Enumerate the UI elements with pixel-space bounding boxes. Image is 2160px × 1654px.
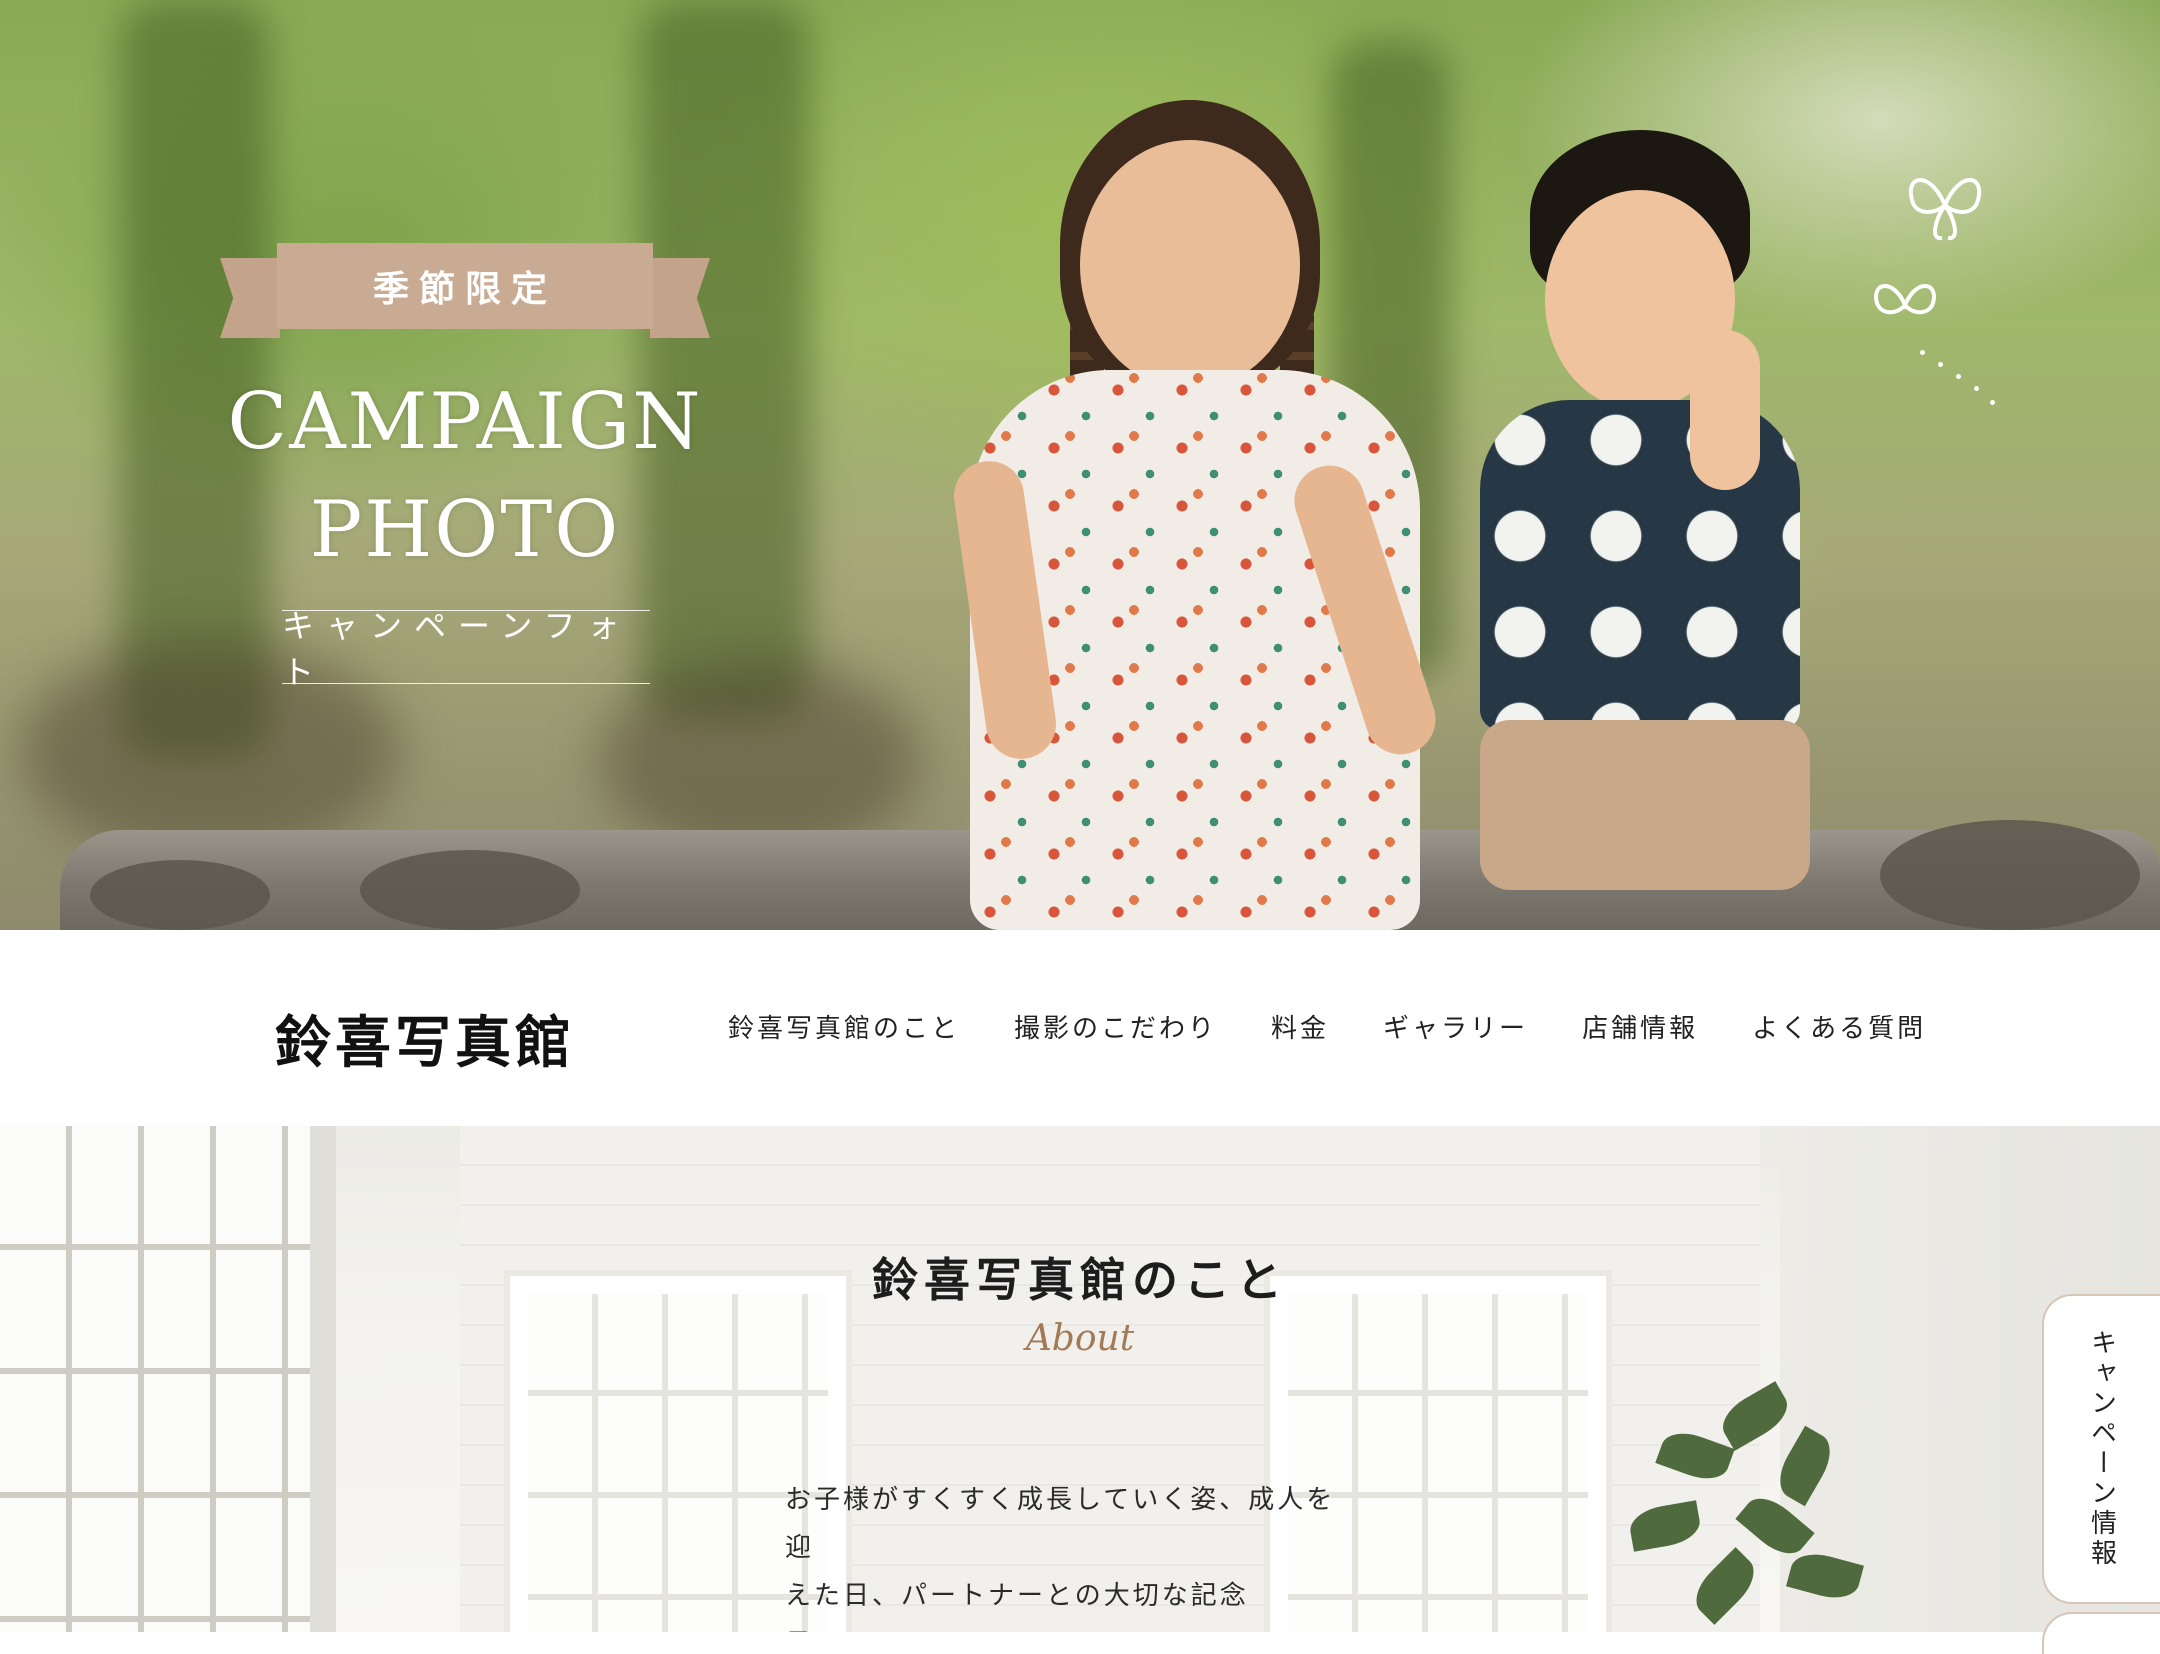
campaign-info-tab[interactable]: キャンペーン情報 <box>2042 1294 2160 1604</box>
studio-window-left <box>0 1126 336 1632</box>
nav-item-faq[interactable]: よくある質問 <box>1752 1008 1926 1045</box>
campaign-title-line2: PHOTO <box>309 485 621 575</box>
butterfly-icon <box>1900 160 1990 261</box>
nav-item-gallery[interactable]: ギャラリー <box>1383 1008 1528 1045</box>
about-subtitle: About <box>1025 1318 1135 1359</box>
about-title: 鈴喜写真館のこと <box>872 1253 1288 1307</box>
butterfly-trail <box>1920 350 2000 410</box>
nav-item-store-info[interactable]: 店舗情報 <box>1582 1008 1698 1045</box>
nav-item-pricing[interactable]: 料金 <box>1271 1008 1329 1045</box>
campaign-info-tab-label: キャンペーン情報 <box>2086 1329 2117 1569</box>
nav-item-about[interactable]: 鈴喜写真館のこと <box>728 1008 960 1045</box>
ribbon-label: 季節限定 <box>277 243 653 329</box>
campaign-subtitle-text: キャンペーンフォト <box>282 607 632 691</box>
site-logo[interactable]: 鈴喜写真館 <box>275 998 575 1079</box>
hero-banner: 季節限定 CAMPAIGN PHOTO キャンペーンフォト <box>0 0 2160 930</box>
campaign-title-line1: CAMPAIGN <box>227 377 703 467</box>
about-body: お子様がすくすく成長していく姿、成人を迎 えた日、パートナーとの大切な記念日・・… <box>785 1476 1345 1632</box>
campaign-subtitle: キャンペーンフォト <box>282 607 650 691</box>
boy-figure <box>1440 130 1840 930</box>
side-tab-secondary[interactable] <box>2042 1612 2160 1654</box>
butterfly-icon <box>1865 265 1945 356</box>
potted-plant <box>1600 1376 1900 1632</box>
stone <box>1880 820 2140 930</box>
about-section: 鈴喜写真館のこと About お子様がすくすく成長していく姿、成人を迎 えた日、… <box>0 1126 2160 1632</box>
campaign-title: CAMPAIGN PHOTO <box>200 368 730 584</box>
nav-item-commitment[interactable]: 撮影のこだわり <box>1014 1008 1217 1045</box>
global-nav: 鈴喜写真館のこと 撮影のこだわり 料金 ギャラリー 店舗情報 よくある質問 <box>728 1008 1926 1045</box>
girl-figure <box>900 100 1460 930</box>
background-tree <box>640 0 810 720</box>
stone <box>90 860 270 930</box>
season-limited-ribbon: 季節限定 <box>220 240 710 340</box>
about-body-line: えた日、パートナーとの大切な記念日・・・ <box>785 1581 1249 1632</box>
site-header: 鈴喜写真館 鈴喜写真館のこと 撮影のこだわり 料金 ギャラリー 店舗情報 よくあ… <box>0 930 2160 1126</box>
about-body-line: お子様がすくすく成長していく姿、成人を迎 <box>785 1485 1336 1563</box>
stone <box>360 850 580 930</box>
